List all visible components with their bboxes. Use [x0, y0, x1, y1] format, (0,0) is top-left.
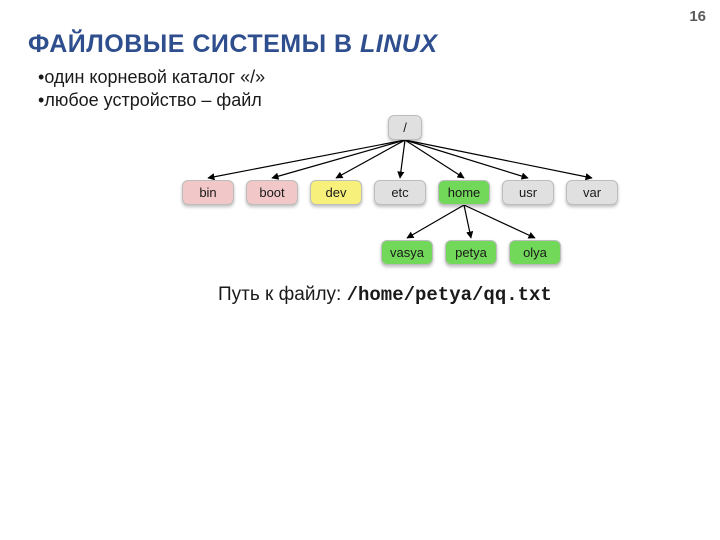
- node-var: var: [566, 180, 618, 205]
- path-caption: Путь к файлу: /home/petya/qq.txt: [218, 284, 552, 306]
- node-bin: bin: [182, 180, 234, 205]
- node-etc: etc: [374, 180, 426, 205]
- title-text: ФАЙЛОВЫЕ СИСТЕМЫ В: [28, 30, 360, 58]
- node-olya: olya: [509, 240, 561, 265]
- node-petya: petya: [445, 240, 497, 265]
- node-dev: dev: [310, 180, 362, 205]
- node-home: home: [438, 180, 490, 205]
- slide-title: ФАЙЛОВЫЕ СИСТЕМЫ В LINUX: [28, 30, 438, 59]
- title-emphasis: LINUX: [360, 30, 438, 58]
- node-usr: usr: [502, 180, 554, 205]
- bullet-list: один корневой каталог «/» любое устройст…: [38, 66, 265, 113]
- node-vasya: vasya: [381, 240, 433, 265]
- bullet-item: один корневой каталог «/»: [38, 66, 265, 89]
- page-number: 16: [689, 8, 706, 25]
- slide: 16 ФАЙЛОВЫЕ СИСТЕМЫ В LINUX один корнево…: [0, 0, 720, 540]
- path-value: /home/petya/qq.txt: [347, 284, 552, 306]
- node-boot: boot: [246, 180, 298, 205]
- path-label: Путь к файлу:: [218, 284, 347, 305]
- node-root: /: [388, 115, 422, 140]
- bullet-item: любое устройство – файл: [38, 89, 265, 112]
